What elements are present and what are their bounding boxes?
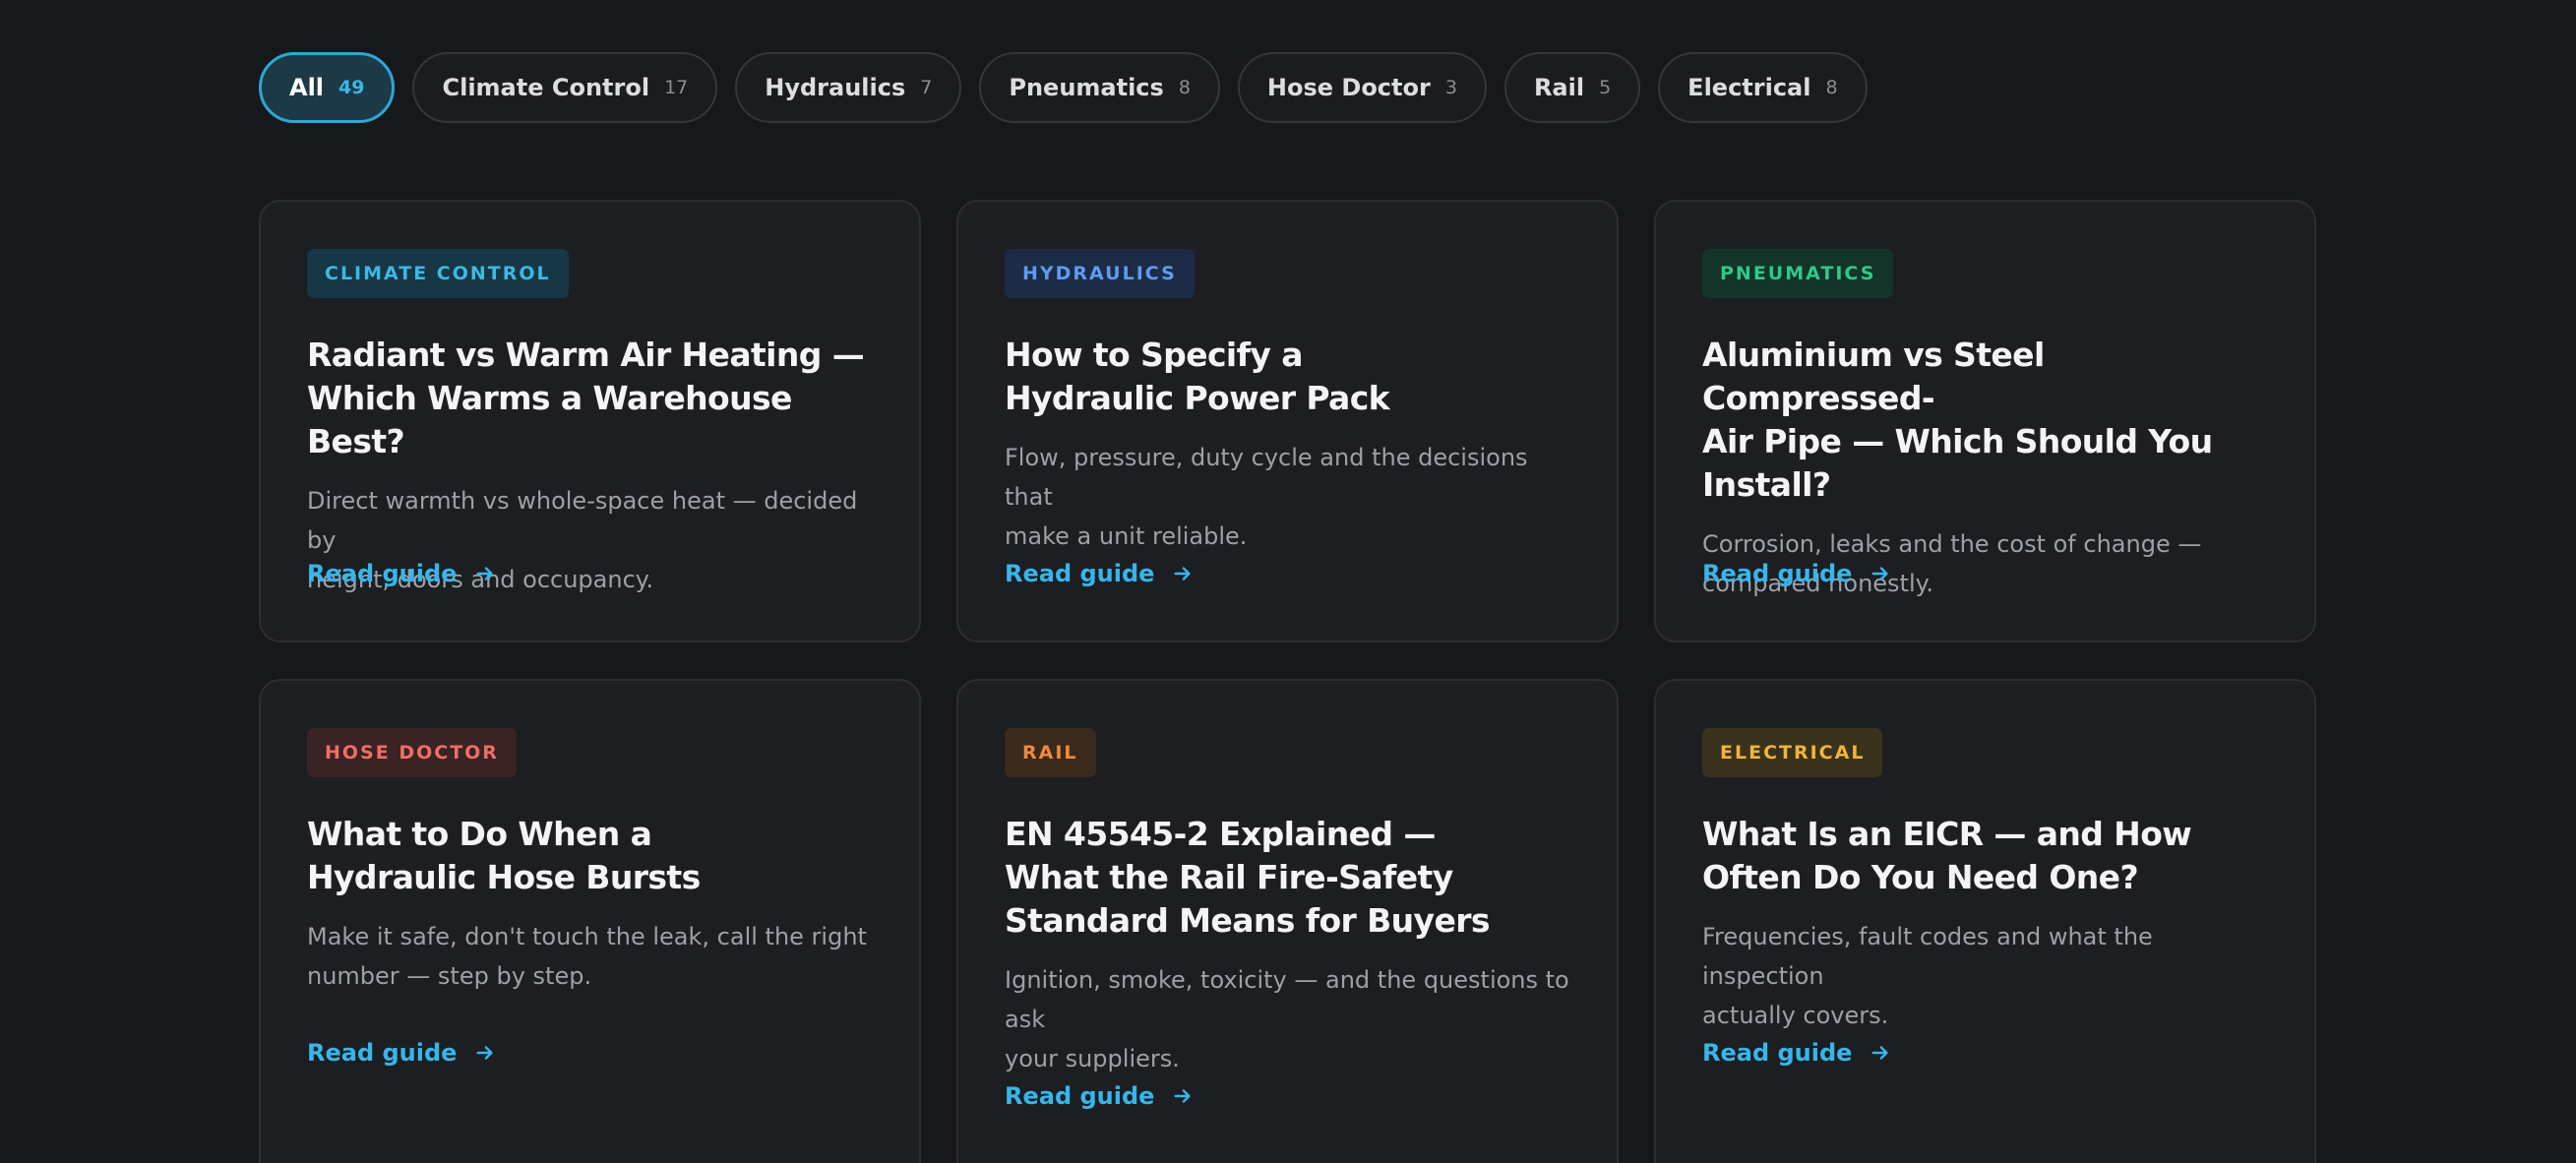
filter-count: 49 xyxy=(338,77,365,98)
read-guide-label: Read guide xyxy=(1702,1039,1853,1067)
filter-label: Hose Doctor xyxy=(1266,74,1431,101)
arrow-right-icon xyxy=(1871,567,1889,581)
guide-card[interactable]: HYDRAULICS How to Specify a Hydraulic Po… xyxy=(956,200,1619,643)
guide-card[interactable]: HOSE DOCTOR What to Do When a Hydraulic … xyxy=(259,679,921,1163)
read-guide-link[interactable]: Read guide xyxy=(1702,1039,1891,1067)
category-tag: HYDRAULICS xyxy=(1005,249,1195,298)
read-guide-link[interactable]: Read guide xyxy=(307,1039,496,1067)
category-tag: RAIL xyxy=(1005,728,1096,777)
read-guide-link[interactable]: Read guide xyxy=(1005,1082,1194,1110)
filter-count: 3 xyxy=(1444,77,1457,98)
read-guide-label: Read guide xyxy=(1005,1082,1155,1110)
arrow-right-icon xyxy=(476,1046,494,1060)
filter-pneumatics[interactable]: Pneumatics 8 xyxy=(979,52,1220,123)
filter-label: Climate Control xyxy=(442,74,650,101)
guide-description: Frequencies, fault codes and what the in… xyxy=(1702,923,2153,1029)
filter-electrical[interactable]: Electrical 8 xyxy=(1658,52,1868,123)
filter-count: 17 xyxy=(664,77,689,98)
read-guide-label: Read guide xyxy=(1005,560,1155,587)
guide-card[interactable]: CLIMATE CONTROL Radiant vs Warm Air Heat… xyxy=(259,200,921,643)
filter-count: 8 xyxy=(1178,77,1191,98)
guide-title: Aluminium vs Steel Compressed- Air Pipe … xyxy=(1702,336,2213,504)
guide-card[interactable]: ELECTRICAL What Is an EICR — and How Oft… xyxy=(1654,679,2316,1163)
guide-card[interactable]: RAIL EN 45545-2 Explained — What the Rai… xyxy=(956,679,1619,1163)
filter-label: Rail xyxy=(1533,74,1585,101)
category-tag: ELECTRICAL xyxy=(1702,728,1883,777)
guide-title: What to Do When a Hydraulic Hose Bursts xyxy=(307,815,701,896)
read-guide-label: Read guide xyxy=(307,1039,458,1067)
arrow-right-icon xyxy=(476,567,494,581)
guide-description: Make it safe, don't touch the leak, call… xyxy=(307,923,867,990)
arrow-right-icon xyxy=(1174,1089,1192,1103)
guides-page: All 49 Climate Control 17 Hydraulics 7 P… xyxy=(0,0,2576,1163)
read-guide-label: Read guide xyxy=(1702,560,1853,587)
filter-label: Pneumatics xyxy=(1009,74,1164,101)
guide-title: What Is an EICR — and How Often Do You N… xyxy=(1702,815,2192,896)
arrow-right-icon xyxy=(1871,1046,1889,1060)
guide-title: How to Specify a Hydraulic Power Pack xyxy=(1005,336,1390,417)
guide-title: Radiant vs Warm Air Heating — Which Warm… xyxy=(307,336,865,460)
guide-card-grid: CLIMATE CONTROL Radiant vs Warm Air Heat… xyxy=(259,200,2316,1163)
filter-label: All xyxy=(289,74,325,101)
guide-description: Ignition, smoke, toxicity — and the ques… xyxy=(1005,966,1569,1072)
read-guide-label: Read guide xyxy=(307,560,458,587)
guide-title: EN 45545-2 Explained — What the Rail Fir… xyxy=(1005,815,1491,940)
read-guide-link[interactable]: Read guide xyxy=(307,560,496,587)
filter-count: 5 xyxy=(1599,77,1612,98)
guide-card[interactable]: PNEUMATICS Aluminium vs Steel Compressed… xyxy=(1654,200,2316,643)
filter-hydraulics[interactable]: Hydraulics 7 xyxy=(735,52,962,123)
filter-all[interactable]: All 49 xyxy=(259,52,396,123)
filter-label: Hydraulics xyxy=(765,74,906,101)
filter-count: 7 xyxy=(920,77,933,98)
filter-label: Electrical xyxy=(1687,74,1811,101)
category-tag: HOSE DOCTOR xyxy=(307,728,517,777)
filter-count: 8 xyxy=(1825,77,1838,98)
filter-climate-control[interactable]: Climate Control 17 xyxy=(412,52,718,123)
filter-hose-doctor[interactable]: Hose Doctor 3 xyxy=(1237,52,1487,123)
arrow-right-icon xyxy=(1174,567,1192,581)
category-tag: CLIMATE CONTROL xyxy=(307,249,569,298)
guide-description: Flow, pressure, duty cycle and the decis… xyxy=(1005,444,1528,550)
read-guide-link[interactable]: Read guide xyxy=(1702,560,1891,587)
filter-rail[interactable]: Rail 5 xyxy=(1503,52,1641,123)
read-guide-link[interactable]: Read guide xyxy=(1005,560,1194,587)
category-filter-bar: All 49 Climate Control 17 Hydraulics 7 P… xyxy=(259,52,1868,123)
category-tag: PNEUMATICS xyxy=(1702,249,1894,298)
